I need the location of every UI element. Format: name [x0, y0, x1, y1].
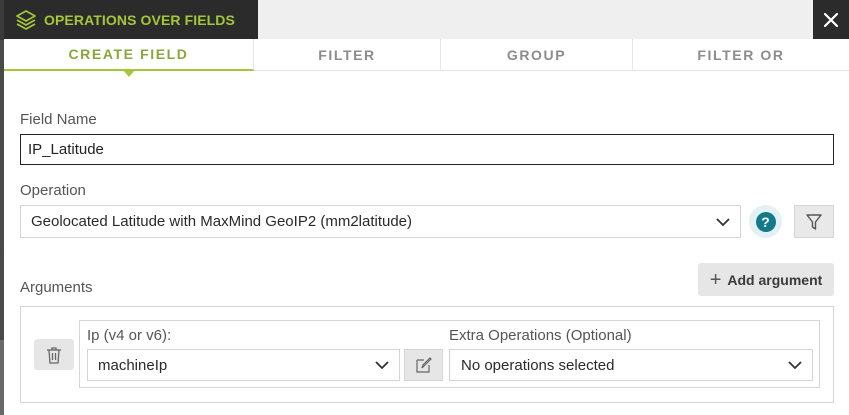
filter-button[interactable]: [794, 205, 834, 238]
arguments-label: Arguments: [20, 279, 93, 296]
add-argument-button[interactable]: + Add argument: [698, 263, 834, 296]
active-tab-caret: [122, 70, 135, 77]
title-tab: OPERATIONS OVER FIELDS: [4, 0, 258, 39]
tab-group[interactable]: GROUP: [441, 39, 633, 70]
delete-argument-button[interactable]: [34, 339, 74, 370]
plus-icon: +: [709, 268, 722, 291]
help-icon: ?: [755, 211, 776, 232]
help-button[interactable]: ?: [749, 205, 782, 238]
layers-icon: [14, 8, 38, 32]
tab-label: FILTER: [318, 46, 376, 63]
tab-label: CREATE FIELD: [68, 46, 189, 62]
chevron-down-icon: [788, 361, 802, 370]
field-name-label: Field Name: [20, 111, 97, 128]
chevron-down-icon: [716, 217, 730, 226]
ip-selected-value: machineIp: [98, 356, 168, 374]
tab-bar: CREATE FIELD FILTER GROUP FILTER OR: [4, 39, 849, 77]
close-button[interactable]: [813, 0, 849, 39]
extra-operations-select[interactable]: No operations selected: [449, 349, 813, 381]
trash-icon: [47, 346, 61, 364]
filter-icon: [806, 213, 822, 230]
operation-select[interactable]: Geolocated Latitude with MaxMind GeoIP2 …: [20, 205, 741, 238]
operations-dialog: OPERATIONS OVER FIELDS CREATE FIELD FILT…: [4, 0, 849, 415]
operation-label: Operation: [20, 182, 86, 199]
tab-filter-or[interactable]: FILTER OR: [633, 39, 849, 70]
tab-create-field[interactable]: CREATE FIELD: [4, 39, 254, 77]
edit-argument-button[interactable]: [404, 349, 443, 381]
close-icon: [823, 12, 839, 27]
title-bar: OPERATIONS OVER FIELDS: [4, 0, 849, 39]
field-name-input[interactable]: [20, 134, 834, 165]
ip-label: Ip (v4 or v6):: [87, 327, 172, 344]
chevron-down-icon: [375, 361, 389, 370]
tab-filter[interactable]: FILTER: [254, 39, 441, 70]
dialog-title: OPERATIONS OVER FIELDS: [44, 11, 235, 28]
operation-selected-value: Geolocated Latitude with MaxMind GeoIP2 …: [31, 213, 413, 230]
ip-field-select[interactable]: machineIp: [87, 349, 400, 381]
edit-icon: [415, 357, 432, 373]
add-argument-label: Add argument: [727, 271, 823, 288]
tab-label: GROUP: [506, 46, 567, 63]
extra-operations-label: Extra Operations (Optional): [449, 327, 632, 344]
extra-operations-value: No operations selected: [461, 356, 615, 374]
tab-label: FILTER OR: [697, 46, 785, 63]
